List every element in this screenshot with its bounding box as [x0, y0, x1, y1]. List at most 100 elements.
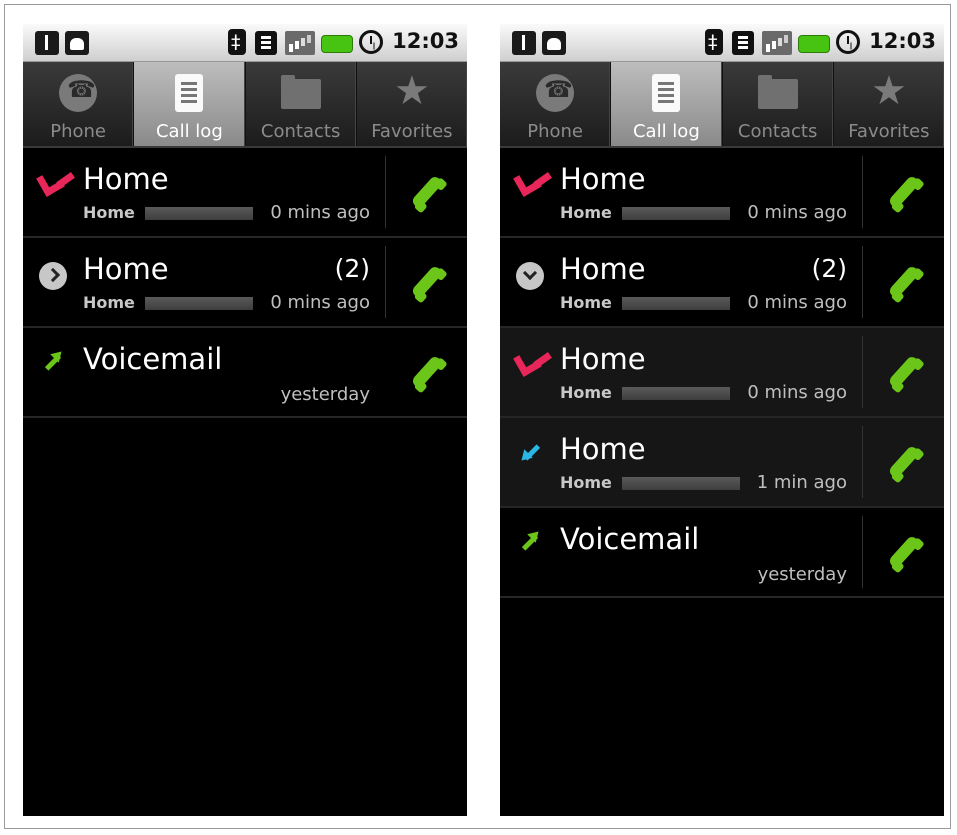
- phone-screen-expanded: 12:03 Phone Call log Contacts ★ Favorite…: [500, 24, 944, 816]
- call-icon: [887, 354, 921, 390]
- phone-icon: [59, 74, 98, 112]
- redacted-number: [622, 297, 730, 310]
- redacted-number: [145, 297, 253, 310]
- call-button[interactable]: [876, 524, 932, 580]
- divider: [862, 246, 863, 318]
- missed-call-icon: [38, 170, 72, 192]
- call-button[interactable]: [876, 164, 932, 220]
- tab-label: Favorites: [371, 121, 453, 142]
- bluetooth-icon: [228, 29, 246, 55]
- call-log-item[interactable]: Home Home 0 mins ago: [500, 148, 944, 238]
- caller-name: Home: [83, 252, 169, 286]
- tab-favorites[interactable]: ★ Favorites: [834, 62, 944, 146]
- redacted-number: [622, 477, 740, 490]
- caller-name: Voicemail: [560, 522, 700, 556]
- battery-icon: [798, 35, 830, 53]
- call-log-list: Home Home 0 mins ago Home (2) Home 0 min…: [23, 148, 467, 418]
- call-button[interactable]: [399, 164, 455, 220]
- missed-call-icon: [515, 170, 549, 192]
- call-log-group-item[interactable]: Home (2) Home 0 mins ago: [500, 238, 944, 328]
- star-icon: ★: [393, 68, 430, 114]
- call-log-item-voicemail[interactable]: Voicemail yesterday: [23, 328, 467, 418]
- divider: [862, 156, 863, 228]
- bluetooth-icon: [705, 29, 723, 55]
- wifi-icon: [255, 31, 277, 55]
- signal-icon: [762, 31, 792, 55]
- contacts-icon: [280, 75, 321, 109]
- tab-call-log[interactable]: Call log: [134, 62, 246, 146]
- redacted-number: [622, 387, 730, 400]
- tab-contacts[interactable]: Contacts: [723, 62, 834, 146]
- call-icon: [410, 174, 444, 210]
- status-bar: 12:03: [500, 24, 944, 62]
- call-icon: [410, 264, 444, 300]
- call-time: 0 mins ago: [747, 202, 847, 223]
- call-time: 0 mins ago: [270, 202, 370, 223]
- tab-label: Contacts: [260, 121, 341, 142]
- expand-icon[interactable]: [39, 262, 67, 290]
- caller-name: Home: [560, 162, 646, 196]
- call-log-group-item[interactable]: Home (2) Home 0 mins ago: [23, 238, 467, 328]
- caller-name: Home: [560, 342, 646, 376]
- divider: [862, 336, 863, 408]
- tab-phone[interactable]: Phone: [500, 62, 612, 146]
- call-log-child-item[interactable]: Home Home 0 mins ago: [500, 328, 944, 418]
- number-type: Home: [560, 473, 612, 492]
- call-log-item[interactable]: Home Home 0 mins ago: [23, 148, 467, 238]
- divider: [862, 516, 863, 588]
- contacts-icon: [757, 75, 798, 109]
- call-button[interactable]: [876, 434, 932, 490]
- tab-favorites[interactable]: ★ Favorites: [357, 62, 467, 146]
- number-type: Home: [560, 293, 612, 312]
- tab-label: Call log: [155, 121, 223, 142]
- alarm-icon: [359, 30, 383, 54]
- call-button[interactable]: [399, 254, 455, 310]
- divider: [862, 426, 863, 498]
- number-type: Home: [83, 203, 135, 222]
- call-icon: [887, 444, 921, 480]
- battery-icon: [321, 35, 353, 53]
- tab-phone[interactable]: Phone: [23, 62, 135, 146]
- call-time: 0 mins ago: [747, 292, 847, 313]
- call-time: yesterday: [757, 564, 847, 585]
- signal-icon: [285, 31, 315, 55]
- call-icon: [410, 354, 444, 390]
- call-log-icon: [175, 74, 204, 112]
- tab-label: Favorites: [848, 121, 930, 142]
- collapse-icon[interactable]: [516, 262, 544, 290]
- android-debug-icon: [65, 31, 89, 55]
- android-debug-icon: [542, 31, 566, 55]
- divider: [385, 156, 386, 228]
- call-button[interactable]: [876, 254, 932, 310]
- call-button[interactable]: [876, 344, 932, 400]
- call-log-item-voicemail[interactable]: Voicemail yesterday: [500, 508, 944, 598]
- tab-call-log[interactable]: Call log: [611, 62, 723, 146]
- phone-icon: [536, 74, 575, 112]
- call-time: 0 mins ago: [270, 292, 370, 313]
- redacted-number: [622, 207, 730, 220]
- number-type: Home: [560, 203, 612, 222]
- call-count: (2): [811, 254, 847, 283]
- status-time: 12:03: [869, 29, 936, 53]
- tab-contacts[interactable]: Contacts: [246, 62, 357, 146]
- call-log-icon: [652, 74, 681, 112]
- wifi-icon: [732, 31, 754, 55]
- tab-label: Call log: [632, 121, 700, 142]
- tab-bar: Phone Call log Contacts ★ Favorites: [23, 62, 467, 148]
- call-icon: [887, 264, 921, 300]
- call-time: yesterday: [280, 384, 370, 405]
- outgoing-call-icon: [38, 350, 72, 372]
- caller-name: Home: [560, 252, 646, 286]
- tab-label: Phone: [527, 121, 583, 142]
- outgoing-call-icon: [515, 530, 549, 552]
- tab-label: Phone: [50, 121, 106, 142]
- call-log-child-item[interactable]: Home Home 1 min ago: [500, 418, 944, 508]
- call-log-list: Home Home 0 mins ago Home (2) Home 0 min…: [500, 148, 944, 598]
- redacted-number: [145, 207, 253, 220]
- call-icon: [887, 174, 921, 210]
- usb-icon: [512, 31, 536, 55]
- caller-name: Home: [560, 432, 646, 466]
- number-type: Home: [560, 383, 612, 402]
- caller-name: Home: [83, 162, 169, 196]
- call-button[interactable]: [399, 344, 455, 400]
